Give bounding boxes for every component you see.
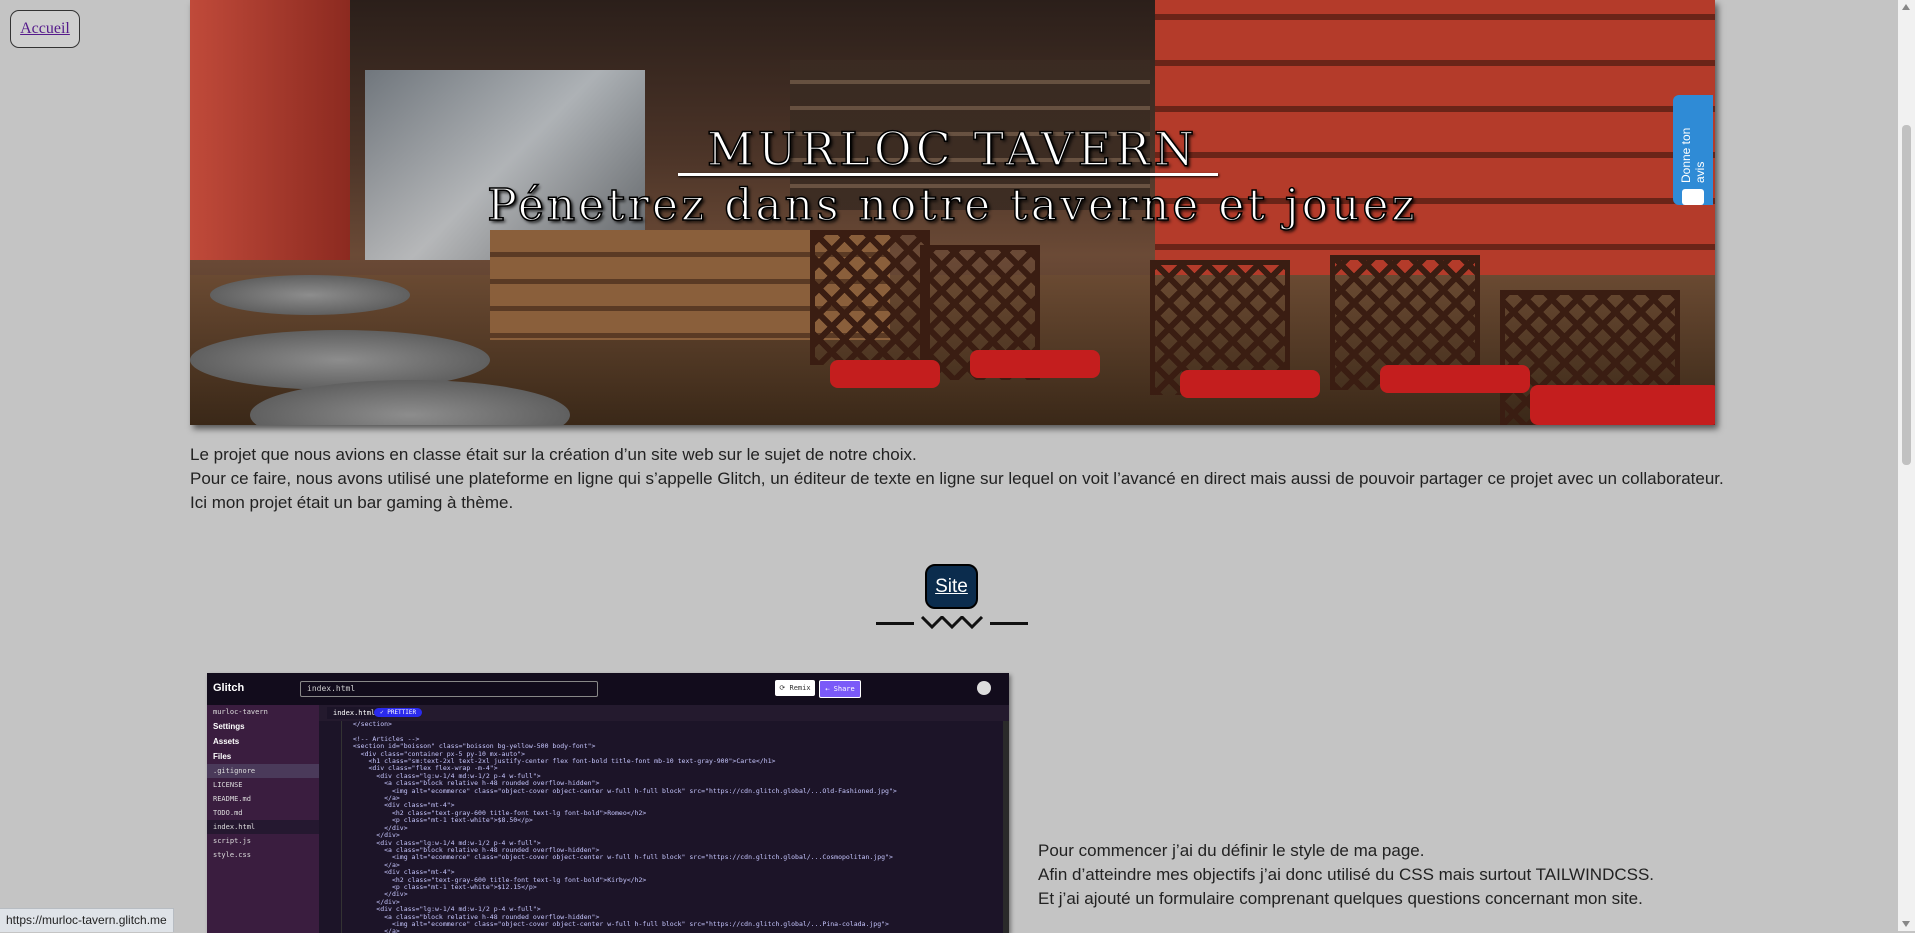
editor-search: index.html	[300, 681, 598, 697]
share-button: ⇠ Share	[819, 680, 861, 698]
intro-line: Ici mon projet était un bar gaming à thè…	[190, 493, 514, 512]
file-item: README.md	[213, 795, 251, 803]
hero-seat	[1180, 370, 1320, 398]
project-name: murloc-tavern	[213, 708, 268, 716]
intro-line: Le projet que nous avions en classe étai…	[190, 445, 917, 464]
prettier-badge: ✓ PRETTIER	[374, 708, 423, 717]
file-item: style.css	[213, 851, 251, 859]
hero-title: MURLOC TAVERN	[706, 121, 1199, 177]
file-item: index.html	[207, 820, 319, 834]
file-item: TODO.md	[213, 809, 243, 817]
editor-sidebar: murloc-tavern Settings Assets Files .git…	[207, 705, 319, 933]
intro-line: Pour ce faire, nous avons utilisé une pl…	[190, 469, 1724, 488]
hero-seat	[970, 350, 1100, 378]
hero-title-underline	[678, 173, 1218, 176]
chat-bubble-icon	[1682, 189, 1704, 205]
hero-chair	[810, 230, 930, 365]
scroll-up-icon[interactable]	[1902, 4, 1910, 10]
status-url: https://murloc-tavern.glitch.me	[0, 908, 174, 932]
sidebar-assets: Assets	[213, 737, 240, 746]
decorative-divider	[876, 616, 1028, 630]
hero-seat	[1380, 365, 1530, 393]
home-link[interactable]: Accueil	[10, 10, 80, 48]
details-line: Et j’ai ajouté un formulaire comprenant …	[1038, 889, 1643, 908]
project-intro: Le projet que nous avions en classe étai…	[190, 443, 1730, 515]
hero-table	[210, 275, 410, 315]
file-item: script.js	[213, 837, 251, 845]
code-content: </section> <!-- Articles --> <section id…	[352, 721, 897, 933]
avatar	[977, 681, 991, 695]
glitch-logo: Glitch	[213, 682, 245, 694]
editor-scrollbar	[1003, 721, 1009, 933]
site-button[interactable]: Site	[925, 564, 978, 609]
hero-seat	[1530, 385, 1715, 425]
editor-topbar: Glitch index.html ⟳ Remix ⇠ Share	[207, 673, 1009, 705]
page-scrollbar[interactable]	[1898, 0, 1915, 931]
feedback-tab[interactable]: Donne ton avis	[1673, 95, 1713, 205]
glitch-editor-screenshot: Glitch index.html ⟳ Remix ⇠ Share murloc…	[207, 673, 1009, 933]
details-line: Pour commencer j’ai du définir le style …	[1038, 841, 1425, 860]
sidebar-files: Files	[213, 752, 232, 761]
file-item: LICENSE	[213, 781, 243, 789]
remix-button: ⟳ Remix	[775, 680, 815, 696]
details-line: Afin d’atteindre mes objectifs j’ai donc…	[1038, 865, 1655, 884]
hero-subtitle: Pénetrez dans notre taverne et jouez	[487, 179, 1418, 232]
feedback-label: Donne ton avis	[1679, 127, 1707, 184]
project-details: Pour commencer j’ai du définir le style …	[1038, 839, 1838, 911]
sidebar-settings: Settings	[213, 722, 245, 731]
hero-seat	[830, 360, 940, 388]
hero-banner: MURLOC TAVERN Pénetrez dans notre tavern…	[190, 0, 1715, 425]
scroll-down-icon[interactable]	[1902, 921, 1910, 927]
editor-tabs: index.html ✓ PRETTIER	[319, 705, 1009, 721]
scroll-thumb[interactable]	[1902, 125, 1911, 465]
file-item: .gitignore	[207, 764, 319, 778]
